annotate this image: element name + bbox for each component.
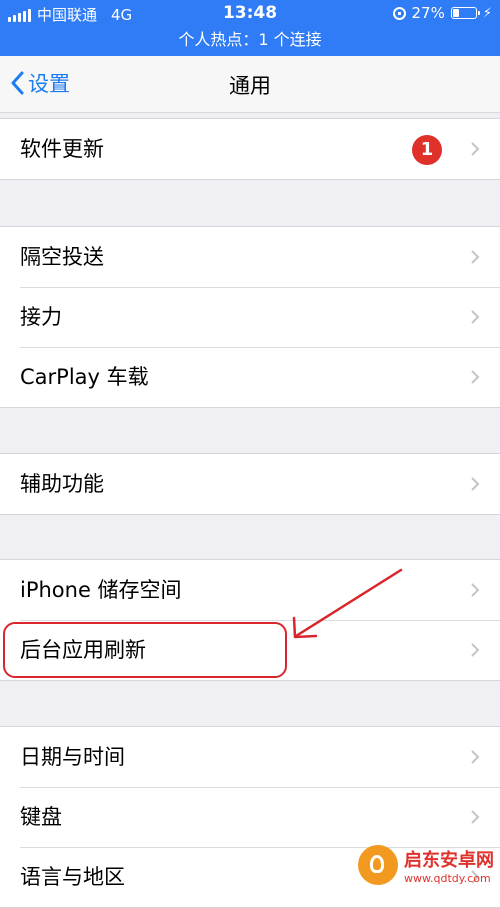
chevron-right-icon	[471, 643, 480, 657]
list-item-airdrop[interactable]: 隔空投送	[0, 227, 500, 287]
notification-badge: 1	[412, 135, 442, 165]
hotspot-banner[interactable]: 个人热点：1 个连接	[0, 28, 500, 54]
charging-bolt-icon: ⚡	[482, 5, 492, 21]
list-item-label: 辅助功能	[20, 472, 104, 496]
navigation-bar: 设置 通用	[0, 56, 500, 113]
group-connectivity: 隔空投送 接力 CarPlay 车载	[0, 226, 500, 408]
chevron-right-icon	[471, 310, 480, 324]
battery-icon	[450, 7, 480, 19]
lock-rotation-icon	[392, 6, 406, 20]
chevron-right-icon	[471, 810, 480, 824]
list-item-label: 键盘	[20, 805, 62, 829]
list-item-label: 接力	[20, 305, 62, 329]
watermark-logo	[358, 845, 398, 885]
chevron-right-icon	[471, 477, 480, 491]
list-item-keyboard[interactable]: 键盘	[0, 787, 500, 847]
list-item-software-update[interactable]: 软件更新 1	[0, 119, 500, 179]
list-item-carplay[interactable]: CarPlay 车载	[0, 347, 500, 407]
watermark-name: 启东安卓网	[404, 849, 494, 871]
chevron-right-icon	[471, 370, 480, 384]
list-item-label: iPhone 储存空间	[20, 578, 182, 602]
list-item-label: CarPlay 车载	[20, 365, 149, 389]
chevron-right-icon	[471, 583, 480, 597]
watermark: 启东安卓网 www.qdtdy.com	[358, 845, 494, 885]
group-software-update: 软件更新 1	[0, 118, 500, 180]
list-item-handoff[interactable]: 接力	[0, 287, 500, 347]
list-item-label: 语言与地区	[20, 865, 125, 889]
annotation-highlight-box	[3, 622, 287, 678]
battery-percent: 27%	[411, 4, 445, 22]
annotation-arrow-icon	[292, 568, 403, 639]
list-item-label: 日期与时间	[20, 745, 125, 769]
group-accessibility: 辅助功能	[0, 453, 500, 515]
list-item-date-time[interactable]: 日期与时间	[0, 727, 500, 787]
page-title: 通用	[229, 74, 271, 98]
chevron-right-icon	[471, 750, 480, 764]
chevron-right-icon	[471, 142, 480, 156]
status-bar: 中国联通 4G 13:48 27% ⚡ 个人热点：1 个连接	[0, 0, 500, 56]
chevron-right-icon	[471, 250, 480, 264]
list-item-iphone-storage[interactable]: iPhone 储存空间	[0, 560, 500, 620]
watermark-url: www.qdtdy.com	[404, 871, 491, 885]
list-item-label: 软件更新	[20, 137, 104, 161]
list-item-label: 隔空投送	[20, 245, 104, 269]
list-item-accessibility[interactable]: 辅助功能	[0, 454, 500, 514]
